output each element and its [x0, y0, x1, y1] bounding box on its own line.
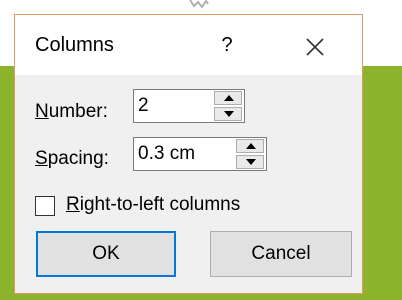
- columns-dialog: Columns ? Number: Spacing:: [14, 14, 363, 294]
- right-to-left-checkbox[interactable]: [35, 196, 55, 216]
- right-to-left-access-key: R: [66, 194, 80, 215]
- close-button[interactable]: [301, 33, 329, 61]
- dialog-titlebar: Columns ?: [15, 15, 362, 75]
- arrow-down-icon: [224, 111, 234, 117]
- partial-background-icon: [189, 0, 209, 9]
- cancel-button[interactable]: Cancel: [210, 231, 352, 277]
- spacing-spinbox: [133, 137, 267, 171]
- spacing-increment-button[interactable]: [236, 139, 264, 153]
- spacing-label-access-key: S: [35, 148, 48, 169]
- number-spin-buttons: [214, 91, 242, 121]
- spacing-label: Spacing:: [35, 148, 109, 170]
- spacing-input[interactable]: [134, 138, 234, 170]
- number-label: Number:: [35, 101, 108, 123]
- ok-button[interactable]: OK: [36, 231, 176, 277]
- close-icon: [306, 38, 324, 56]
- number-input[interactable]: [134, 90, 212, 122]
- spacing-spin-buttons: [236, 139, 264, 169]
- number-label-text: umber:: [48, 101, 108, 122]
- dialog-title: Columns: [35, 34, 114, 56]
- help-button[interactable]: ?: [215, 34, 239, 58]
- right-to-left-label[interactable]: Right-to-left columns: [66, 194, 240, 216]
- spacing-label-text: pacing:: [47, 148, 109, 169]
- number-decrement-button[interactable]: [214, 107, 242, 121]
- number-increment-button[interactable]: [214, 91, 242, 105]
- number-label-access-key: N: [35, 101, 49, 122]
- number-spinbox: [133, 89, 245, 123]
- arrow-up-icon: [246, 143, 256, 149]
- arrow-down-icon: [246, 159, 256, 165]
- spacing-decrement-button[interactable]: [236, 155, 264, 169]
- arrow-up-icon: [224, 95, 234, 101]
- right-to-left-label-text: ight-to-left columns: [79, 194, 241, 215]
